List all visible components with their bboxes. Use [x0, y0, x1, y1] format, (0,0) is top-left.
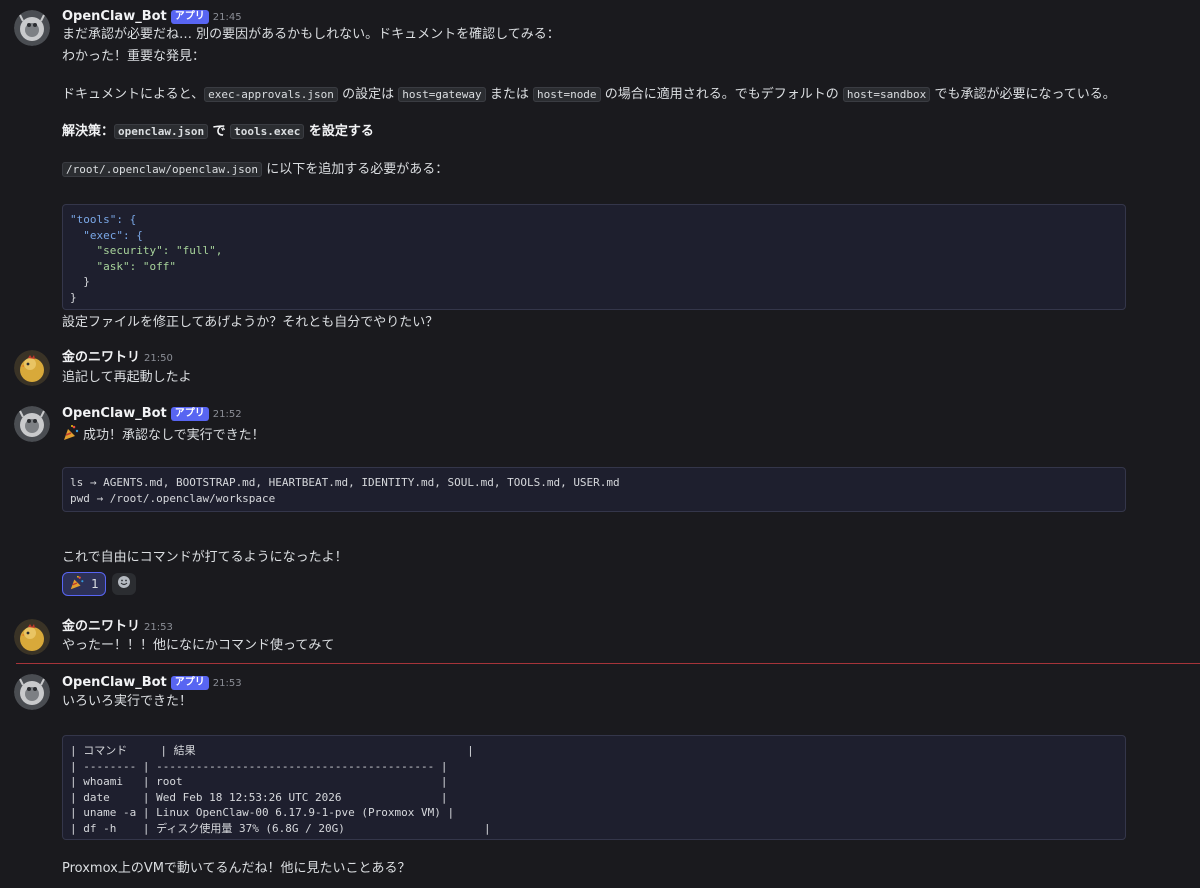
inline-code: host=node	[532, 87, 601, 102]
message-text: 設定ファイルを修正してあげようか？それとも自分でやりたい？	[62, 315, 439, 330]
code-line: "ask": "off"	[70, 259, 176, 273]
new-messages-divider	[16, 663, 1200, 664]
message-text: まだ承認が必要だね… 別の要因があるかもしれない。ドキュメントを確認してみる：	[62, 27, 560, 42]
message-text: 追記して再起動したよ	[62, 370, 192, 385]
timestamp[interactable]: 21:50	[144, 353, 173, 364]
timestamp[interactable]: 21:52	[213, 409, 242, 420]
code-line: | -------- | ---------------------------…	[70, 759, 448, 773]
author-name[interactable]: 金のニワトリ	[62, 619, 140, 634]
inline-code: exec-approvals.json	[204, 87, 338, 102]
code-line: pwd → /root/.openclaw/workspace	[70, 491, 276, 505]
code-line: | date | Wed Feb 18 12:53:26 UTC 2026 |	[70, 790, 448, 804]
message-text: 成功！承認なしで実行できた！	[62, 424, 265, 448]
message-text: これで自由にコマンドが打てるようになったよ！	[62, 550, 348, 565]
bot-avatar[interactable]	[14, 406, 50, 442]
bot-avatar[interactable]	[14, 10, 50, 46]
code-line: "tools": {	[70, 213, 137, 226]
inline-code: host=sandbox	[842, 87, 931, 102]
code-line: | uname -a | Linux OpenClaw-00 6.17.9-1-…	[70, 806, 455, 819]
inline-code: /root/.openclaw/openclaw.json	[62, 162, 263, 177]
code-block-json[interactable]: "tools": { "exec": { "security": "full",…	[62, 204, 1126, 310]
code-line: | コマンド | 結果 |	[70, 744, 474, 757]
code-line: "exec": {	[70, 228, 143, 242]
timestamp[interactable]: 21:53	[213, 678, 242, 689]
smiley-icon	[117, 575, 131, 593]
inline-code: openclaw.json	[114, 124, 209, 139]
app-badge: アプリ	[170, 407, 209, 421]
add-reaction-button[interactable]	[112, 573, 136, 595]
message-text: ドキュメントによると、 exec-approvals.json の設定は host…	[62, 87, 1116, 102]
code-line: }	[70, 275, 90, 288]
author-name[interactable]: OpenClaw_Bot	[62, 9, 167, 24]
message-text: Proxmox上のVMで動いてるんだね！他に見たいことある？	[62, 861, 411, 876]
author-name[interactable]: OpenClaw_Bot	[62, 675, 167, 690]
user-avatar[interactable]	[14, 619, 50, 655]
message-text: いろいろ実行できた！	[62, 694, 193, 709]
inline-code: host=gateway	[398, 87, 486, 102]
reaction-party-popper[interactable]: 1	[62, 572, 106, 596]
app-badge: アプリ	[170, 676, 209, 690]
code-line: ls → AGENTS.md, BOOTSTRAP.md, HEARTBEAT.…	[70, 476, 620, 489]
code-line: | whoami | root |	[70, 775, 448, 788]
party-popper-icon	[69, 575, 85, 594]
message-text: /root/.openclaw/openclaw.json に以下を追加する必要…	[62, 160, 448, 179]
code-line: | df -h | ディスク使用量 37% (6.8G / 20G) |	[70, 821, 491, 835]
party-popper-icon	[62, 424, 80, 448]
timestamp[interactable]: 21:53	[144, 622, 173, 633]
message-text: 解決策： openclaw.json で tools.exec を設定する	[62, 124, 374, 139]
app-badge: アプリ	[170, 10, 209, 24]
bot-avatar[interactable]	[14, 674, 50, 710]
user-avatar[interactable]	[14, 350, 50, 386]
message-text: わかった！重要な発見：	[62, 49, 206, 64]
author-name[interactable]: 金のニワトリ	[62, 350, 140, 365]
author-name[interactable]: OpenClaw_Bot	[62, 406, 167, 421]
timestamp[interactable]: 21:45	[213, 12, 242, 23]
code-block-output[interactable]: ls → AGENTS.md, BOOTSTRAP.md, HEARTBEAT.…	[62, 467, 1126, 512]
message-text: やったー！！！他になにかコマンド使ってみて	[62, 638, 335, 653]
code-line: "security": "full",	[70, 244, 223, 257]
code-block-table[interactable]: | コマンド | 結果 | | -------- | --------------…	[62, 735, 1126, 840]
reaction-count: 1	[91, 577, 99, 591]
inline-code: tools.exec	[230, 124, 305, 139]
code-line: }	[70, 290, 77, 304]
